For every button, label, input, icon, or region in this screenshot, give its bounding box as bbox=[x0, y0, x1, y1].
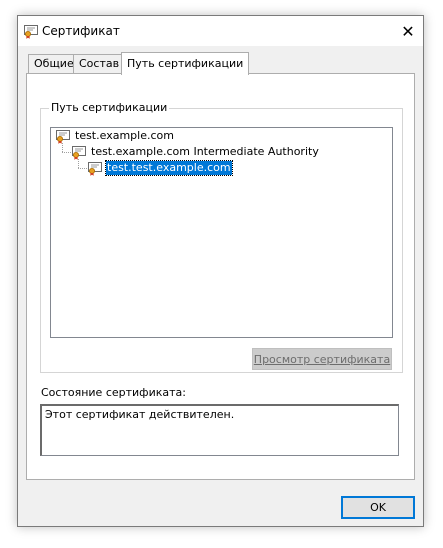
certificate-status-text[interactable]: Этот сертификат действителен. bbox=[40, 404, 399, 456]
group-legend: Путь сертификации bbox=[49, 101, 170, 115]
certificate-icon bbox=[72, 146, 86, 160]
tree-connector-line bbox=[78, 168, 87, 169]
view-certificate-button[interactable]: Просмотр сертификата bbox=[252, 348, 392, 370]
dialog-title: Сертификат bbox=[42, 24, 120, 38]
tab-panel: Путь сертификации test.example.com test.… bbox=[26, 73, 415, 480]
tree-node-root[interactable]: test.example.com bbox=[55, 128, 175, 144]
tree-node-label-selected: test.test.example.com bbox=[105, 160, 233, 176]
title-bar[interactable]: Сертификат ✕ bbox=[18, 16, 423, 46]
tree-node-label: test.example.com Intermediate Authority bbox=[91, 145, 319, 158]
tree-node-leaf[interactable]: test.test.example.com bbox=[87, 160, 233, 176]
certification-path-group: Путь сертификации test.example.com test.… bbox=[40, 101, 403, 373]
close-button[interactable]: ✕ bbox=[393, 16, 423, 46]
tree-connector-line bbox=[62, 152, 71, 153]
tree-connector-line bbox=[78, 159, 79, 168]
ok-button[interactable]: OK bbox=[341, 496, 415, 519]
tab-general[interactable]: Общие bbox=[28, 54, 80, 73]
tree-connector-line bbox=[62, 143, 63, 152]
certificate-icon bbox=[24, 25, 38, 39]
certificate-icon bbox=[56, 130, 70, 144]
tree-node-label: test.example.com bbox=[75, 129, 174, 142]
certificate-icon bbox=[88, 162, 102, 176]
tab-certification-path[interactable]: Путь сертификации bbox=[121, 52, 250, 75]
close-icon: ✕ bbox=[401, 21, 415, 41]
certification-path-tree[interactable]: test.example.com test.example.com Interm… bbox=[50, 127, 393, 338]
tree-node-intermediate[interactable]: test.example.com Intermediate Authority bbox=[71, 144, 320, 160]
tab-strip: Общие Состав Путь сертификации bbox=[26, 52, 416, 75]
certificate-dialog: Сертификат ✕ Общие Состав Путь сертифика… bbox=[17, 15, 424, 527]
certificate-status-label: Состояние сертификата: bbox=[41, 386, 186, 399]
tab-details[interactable]: Состав bbox=[73, 54, 126, 73]
